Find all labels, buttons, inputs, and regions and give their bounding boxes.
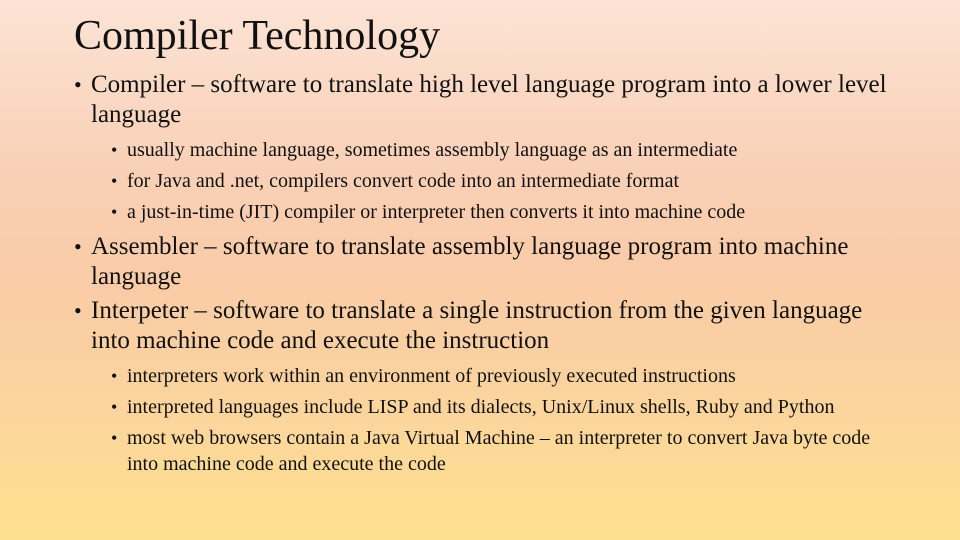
- sub-bullet: most web browsers contain a Java Virtual…: [111, 425, 894, 477]
- sub-list-compiler: usually machine language, sometimes asse…: [74, 137, 894, 225]
- slide-title: Compiler Technology: [74, 13, 441, 59]
- slide: Compiler Technology Compiler – software …: [0, 0, 960, 540]
- sub-bullet: for Java and .net, compilers convert cod…: [111, 168, 894, 194]
- sub-bullet: usually machine language, sometimes asse…: [111, 137, 894, 163]
- sub-bullet: interpreted languages include LISP and i…: [111, 394, 894, 420]
- slide-body: Compiler – software to translate high le…: [74, 70, 894, 484]
- bullet-assembler: Assembler – software to translate assemb…: [74, 232, 894, 292]
- sub-bullet: a just-in-time (JIT) compiler or interpr…: [111, 199, 894, 225]
- bullet-interpreter: Interpeter – software to translate a sin…: [74, 296, 894, 356]
- bullet-compiler: Compiler – software to translate high le…: [74, 70, 894, 130]
- sub-list-interpreter: interpreters work within an environment …: [74, 363, 894, 477]
- bullet-list: Compiler – software to translate high le…: [74, 70, 894, 477]
- sub-bullet: interpreters work within an environment …: [111, 363, 894, 389]
